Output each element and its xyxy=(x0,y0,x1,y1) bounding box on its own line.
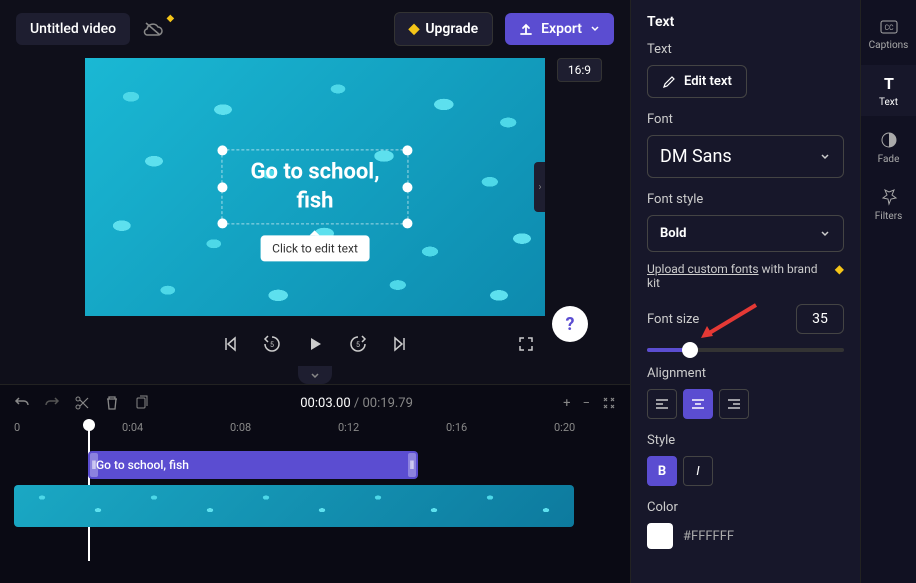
style-label: Style xyxy=(647,433,844,448)
skip-start-button[interactable] xyxy=(222,336,238,352)
fullscreen-button[interactable] xyxy=(518,336,534,352)
redo-button[interactable] xyxy=(44,395,60,411)
font-style-label: Font style xyxy=(647,192,844,207)
font-size-slider[interactable] xyxy=(647,348,844,352)
svg-text:CC: CC xyxy=(884,24,894,32)
text-properties-panel: Text Text Edit text Font DM Sans Font st… xyxy=(630,0,860,583)
undo-button[interactable] xyxy=(14,395,30,411)
upload-fonts-link[interactable]: Upload custom fonts with brand kit ◆ xyxy=(647,262,844,290)
zoom-fit-button[interactable] xyxy=(602,396,616,411)
export-button[interactable]: Export xyxy=(505,13,614,45)
duplicate-button[interactable] xyxy=(134,395,150,411)
forward-5-button[interactable]: 5 xyxy=(348,334,368,354)
rewind-5-button[interactable]: 5 xyxy=(262,334,282,354)
color-label: Color xyxy=(647,500,844,515)
svg-text:5: 5 xyxy=(270,341,274,349)
text-label: Text xyxy=(647,42,844,57)
resize-handle[interactable] xyxy=(217,182,227,192)
italic-button[interactable]: I xyxy=(683,456,713,486)
slider-thumb[interactable] xyxy=(682,342,698,358)
help-button[interactable]: ? xyxy=(552,306,588,342)
pen-icon xyxy=(662,75,676,89)
diamond-icon: ◆ xyxy=(166,13,174,24)
video-preview[interactable]: Go to school, fish Click to edit text › xyxy=(85,58,545,316)
align-left-button[interactable] xyxy=(647,389,677,419)
cloud-sync-icon[interactable]: ◆ xyxy=(142,21,164,37)
align-right-button[interactable] xyxy=(719,389,749,419)
align-center-button[interactable] xyxy=(683,389,713,419)
sidebar-item-fade[interactable]: Fade xyxy=(861,122,916,173)
upgrade-button[interactable]: ◆ Upgrade xyxy=(394,12,494,46)
zoom-in-button[interactable]: + xyxy=(563,396,570,411)
alignment-label: Alignment xyxy=(647,366,844,381)
zoom-out-button[interactable]: − xyxy=(583,396,590,411)
timeline-ruler[interactable]: 0 0:04 0:08 0:12 0:16 0:20 xyxy=(0,421,630,441)
edit-text-button[interactable]: Edit text xyxy=(647,65,747,98)
split-button[interactable] xyxy=(74,395,90,411)
svg-text:T: T xyxy=(884,74,894,93)
chevron-down-icon xyxy=(819,228,831,240)
panel-heading: Text xyxy=(647,14,844,30)
project-title[interactable]: Untitled video xyxy=(16,13,130,45)
font-size-input[interactable] xyxy=(796,304,844,334)
font-select[interactable]: DM Sans xyxy=(647,135,844,178)
font-style-select[interactable]: Bold xyxy=(647,215,844,252)
timecode: 00:03.00 / 00:19.79 xyxy=(300,396,413,411)
text-icon: T xyxy=(879,73,899,93)
overlay-text: Go to school, fish xyxy=(250,158,379,215)
resize-handle[interactable] xyxy=(403,182,413,192)
color-swatch[interactable] xyxy=(647,523,673,549)
sidebar-item-text[interactable]: T Text xyxy=(861,65,916,116)
resize-handle[interactable] xyxy=(217,145,227,155)
svg-text:5: 5 xyxy=(356,341,360,349)
filters-icon xyxy=(879,187,899,207)
video-clip[interactable] xyxy=(14,485,574,527)
clip-label: Go to school, fish xyxy=(96,458,189,472)
edit-tooltip: Click to edit text xyxy=(260,236,370,262)
sidebar-item-filters[interactable]: Filters xyxy=(861,179,916,230)
bold-button[interactable]: B xyxy=(647,456,677,486)
clip-trim-right[interactable]: ‖ xyxy=(408,453,416,477)
diamond-icon: ◆ xyxy=(835,262,844,276)
sidebar-item-captions[interactable]: CC Captions xyxy=(861,10,916,59)
text-clip[interactable]: ‖ Go to school, fish ‖ xyxy=(88,451,418,479)
panel-expand-handle[interactable]: › xyxy=(534,162,545,212)
upgrade-label: Upgrade xyxy=(425,21,478,37)
upload-icon xyxy=(519,22,533,36)
font-size-label: Font size xyxy=(647,312,699,327)
text-overlay-box[interactable]: Go to school, fish Click to edit text xyxy=(221,149,408,224)
skip-end-button[interactable] xyxy=(392,336,408,352)
export-label: Export xyxy=(541,21,582,37)
chevron-down-icon xyxy=(590,24,600,34)
clip-trim-left[interactable]: ‖ xyxy=(90,453,98,477)
captions-icon: CC xyxy=(879,18,899,36)
chevron-down-icon xyxy=(819,151,831,163)
aspect-ratio-button[interactable]: 16:9 xyxy=(557,58,602,82)
color-hex: #FFFFFF xyxy=(683,529,734,544)
fade-icon xyxy=(879,130,899,150)
delete-button[interactable] xyxy=(104,395,120,411)
play-button[interactable] xyxy=(306,335,324,353)
diamond-icon: ◆ xyxy=(409,21,420,37)
font-label: Font xyxy=(647,112,844,127)
